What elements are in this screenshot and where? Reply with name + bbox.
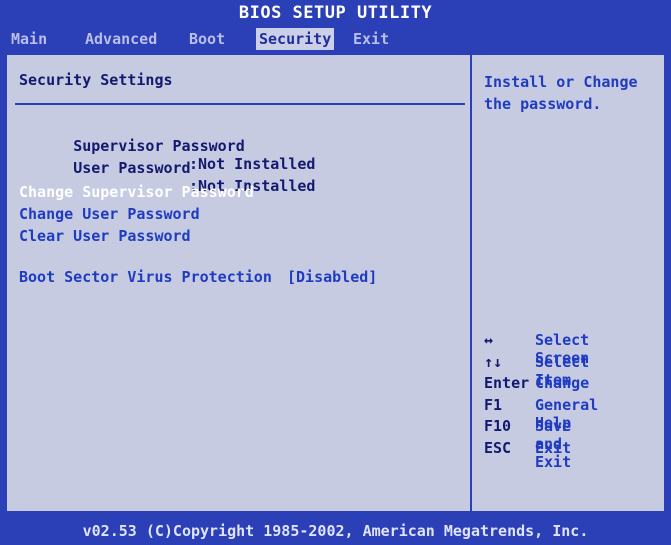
supervisor-password-value: :Not Installed: [189, 155, 316, 173]
boot-sector-virus-protection-label[interactable]: Boot Sector Virus Protection: [19, 268, 272, 286]
change-supervisor-password-item[interactable]: Change Supervisor Password: [19, 183, 254, 201]
key-desc: Change: [535, 374, 590, 392]
up-down-arrow-icon: ↑↓: [484, 352, 503, 371]
menu-main[interactable]: Main: [8, 28, 50, 50]
key-name: F10: [484, 417, 512, 435]
change-user-password-item[interactable]: Change User Password: [19, 205, 200, 223]
left-right-arrow-icon: ↔: [484, 331, 494, 349]
help-text: Install or Change the password.: [484, 73, 638, 113]
key-name: F1: [484, 395, 503, 414]
menu-bar: Main Advanced Boot Security Exit: [0, 28, 671, 50]
settings-panel: Security Settings Supervisor Password :N…: [5, 53, 666, 513]
menu-security[interactable]: Security: [256, 28, 335, 50]
user-password-label: User Password: [73, 159, 191, 177]
key-name: Enter: [484, 374, 530, 392]
section-divider: [15, 103, 465, 105]
bios-title: BIOS SETUP UTILITY: [238, 3, 433, 23]
clear-user-password-item[interactable]: Clear User Password: [19, 227, 191, 245]
menu-advanced[interactable]: Advanced: [82, 28, 160, 50]
help-panel: Install or Change the password. ↔ Select…: [472, 55, 664, 511]
key-name: ESC: [484, 438, 512, 457]
copyright-footer: v02.53 (C)Copyright 1985-2002, American …: [82, 522, 589, 540]
key-desc: Exit: [535, 438, 572, 457]
user-password-row: User Password :Not Installed: [19, 141, 315, 213]
section-title: Security Settings: [19, 71, 173, 89]
settings-main: Security Settings Supervisor Password :N…: [7, 55, 472, 511]
menu-boot[interactable]: Boot: [186, 28, 228, 50]
boot-sector-virus-protection-value[interactable]: [Disabled]: [287, 268, 377, 286]
menu-exit[interactable]: Exit: [350, 28, 392, 50]
